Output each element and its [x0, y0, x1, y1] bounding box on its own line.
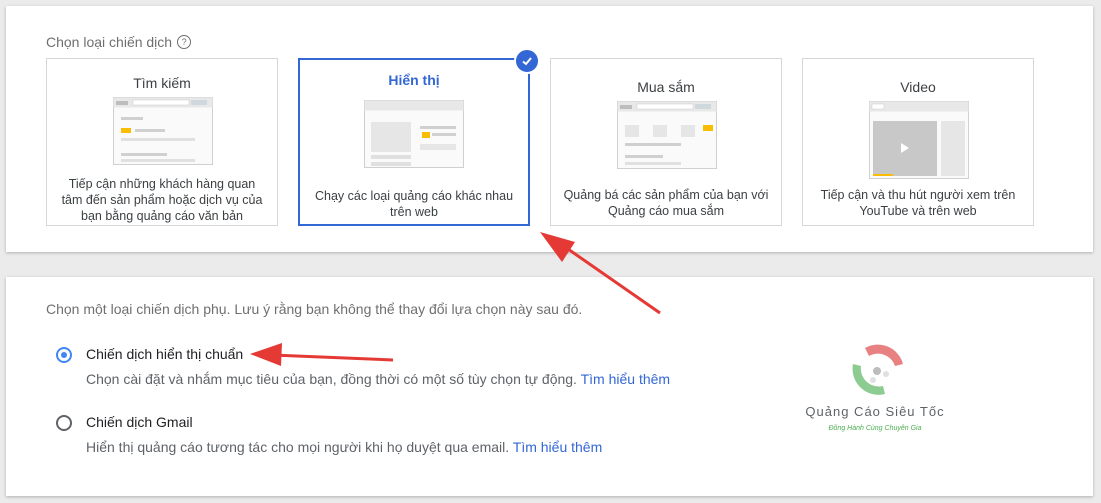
learn-more-link[interactable]: Tìm hiểu thêm	[581, 371, 670, 387]
card-description: Chạy các loại quảng cáo khác nhau trên w…	[314, 189, 514, 219]
card-description: Quảng bá các sản phẩm của bạn với Quảng …	[563, 188, 769, 218]
check-circle-icon	[514, 48, 540, 74]
display-ads-illustration	[364, 100, 464, 168]
card-display[interactable]: Hiển thị Chạy các loại quảng cáo khác nh…	[298, 48, 540, 226]
card-description: Tiếp cận và thu hút người xem trên YouTu…	[820, 188, 1016, 218]
card-title: Video	[900, 79, 936, 95]
card-title: Tìm kiếm	[133, 75, 191, 91]
card-title: Mua sắm	[637, 79, 695, 95]
card-video[interactable]: Video Tiếp cận và thu hút người xem trên…	[802, 58, 1034, 226]
subtype-title: Chọn một loại chiến dịch phụ. Lưu ý rằng…	[46, 301, 583, 317]
radio-gmail[interactable]	[56, 415, 72, 431]
radio-standard-display[interactable]	[56, 347, 72, 363]
card-shopping[interactable]: Mua sắm Quảng bá các sản phẩm của bạn vớ…	[550, 58, 782, 226]
card-search[interactable]: Tìm kiếm Tiếp cận những khách hàng quan …	[46, 58, 278, 226]
learn-more-link[interactable]: Tìm hiểu thêm	[513, 439, 602, 455]
option-description: Hiển thị quảng cáo tương tác cho mọi ngư…	[86, 439, 603, 455]
logo-mark-icon	[852, 344, 903, 395]
campaign-type-title: Chọn loại chiến dịch?	[46, 34, 192, 50]
search-ads-illustration	[113, 97, 213, 165]
card-title: Hiển thị	[388, 72, 440, 88]
option-label[interactable]: Chiến dịch Gmail	[86, 414, 193, 430]
video-ads-illustration	[869, 101, 969, 179]
watermark-logo: Quảng Cáo Siêu Tốc Đồng Hành Cùng Chuyên…	[790, 342, 970, 442]
watermark-name: Quảng Cáo Siêu Tốc	[805, 404, 945, 419]
card-description: Tiếp cận những khách hàng quan tâm đến s…	[61, 177, 263, 223]
help-circle-icon[interactable]: ?	[177, 35, 192, 49]
shopping-ads-illustration	[617, 101, 717, 169]
watermark-tagline: Đồng Hành Cùng Chuyên Gia	[828, 425, 922, 432]
option-description: Chọn cài đặt và nhắm mục tiêu của bạn, đ…	[86, 371, 671, 387]
campaign-type-panel: Chọn loại chiến dịch? Tìm kiếm Tiếp cận …	[6, 6, 1093, 252]
option-label[interactable]: Chiến dịch hiển thị chuẩn	[86, 346, 243, 362]
